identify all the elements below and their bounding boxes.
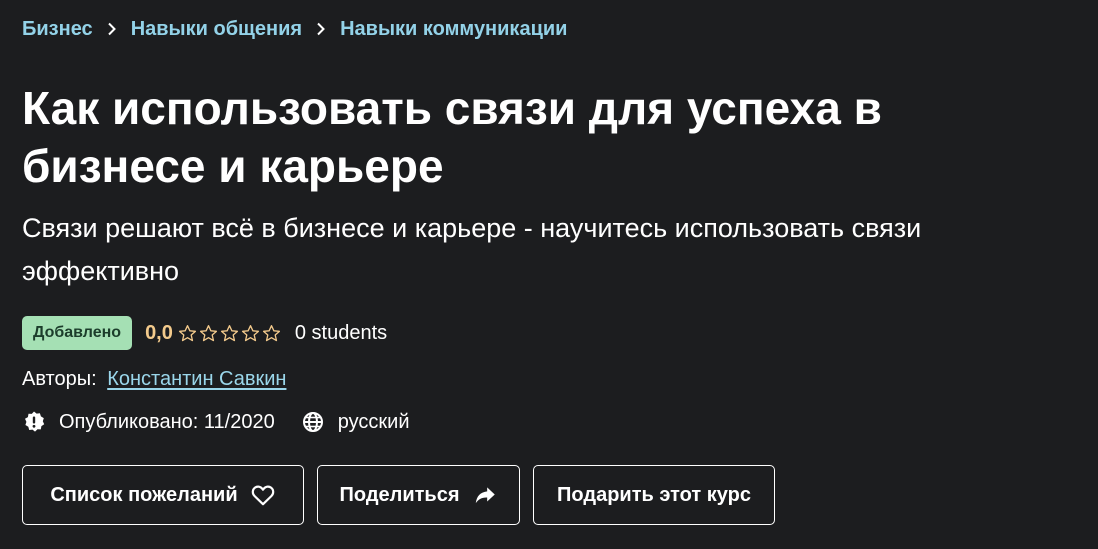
published-date: Опубликовано: 11/2020 (22, 410, 275, 434)
star-empty-icon (178, 324, 196, 341)
gift-label: Подарить этот курс (557, 483, 751, 506)
alert-badge-icon (25, 411, 45, 432)
course-subtitle: Связи решают всё в бизнесе и карьере - н… (22, 213, 922, 286)
share-arrow-icon (475, 487, 495, 504)
rating-row: Добавлено 0,0 0 students (22, 315, 1076, 351)
course-language: русский (301, 410, 410, 434)
author-link[interactable]: Константин Савкин (107, 368, 286, 390)
star-empty-icon (199, 324, 217, 341)
published-text: Опубликовано: 11/2020 (59, 410, 275, 433)
star-empty-icon (241, 324, 259, 341)
status-badge: Добавлено (22, 316, 133, 350)
globe-icon (302, 412, 323, 432)
wishlist-button[interactable]: Список пожеланий (22, 465, 304, 525)
action-buttons: Список пожеланий Поделиться Подарить это… (22, 465, 1076, 525)
gift-course-button[interactable]: Подарить этот курс (533, 465, 775, 525)
rating-stars (178, 324, 281, 343)
breadcrumb-item-communication[interactable]: Навыки коммуникации (340, 18, 567, 41)
star-empty-icon (220, 324, 238, 341)
students-count: 0 students (294, 321, 388, 344)
course-header: Бизнес Навыки общения Навыки коммуникаци… (0, 0, 1098, 549)
breadcrumb: Бизнес Навыки общения Навыки коммуникаци… (22, 0, 1076, 43)
chevron-right-icon (93, 22, 131, 36)
heart-icon (251, 485, 274, 506)
meta-row: Опубликовано: 11/2020 русский (22, 407, 1076, 437)
authors-label: Авторы: (22, 368, 97, 390)
language-text: русский (337, 410, 410, 433)
breadcrumb-item-communication-skills[interactable]: Навыки общения (131, 18, 302, 41)
share-label: Поделиться (339, 483, 460, 506)
authors-row: Авторы: Константин Савкин (22, 364, 1076, 394)
share-button[interactable]: Поделиться (317, 465, 520, 525)
star-empty-icon (262, 324, 280, 341)
course-title: Как использовать связи для успеха в бизн… (22, 82, 882, 192)
breadcrumb-item-business[interactable]: Бизнес (22, 18, 93, 41)
chevron-right-icon (302, 22, 340, 36)
rating-value: 0,0 (145, 321, 173, 344)
wishlist-label: Список пожеланий (50, 483, 238, 506)
